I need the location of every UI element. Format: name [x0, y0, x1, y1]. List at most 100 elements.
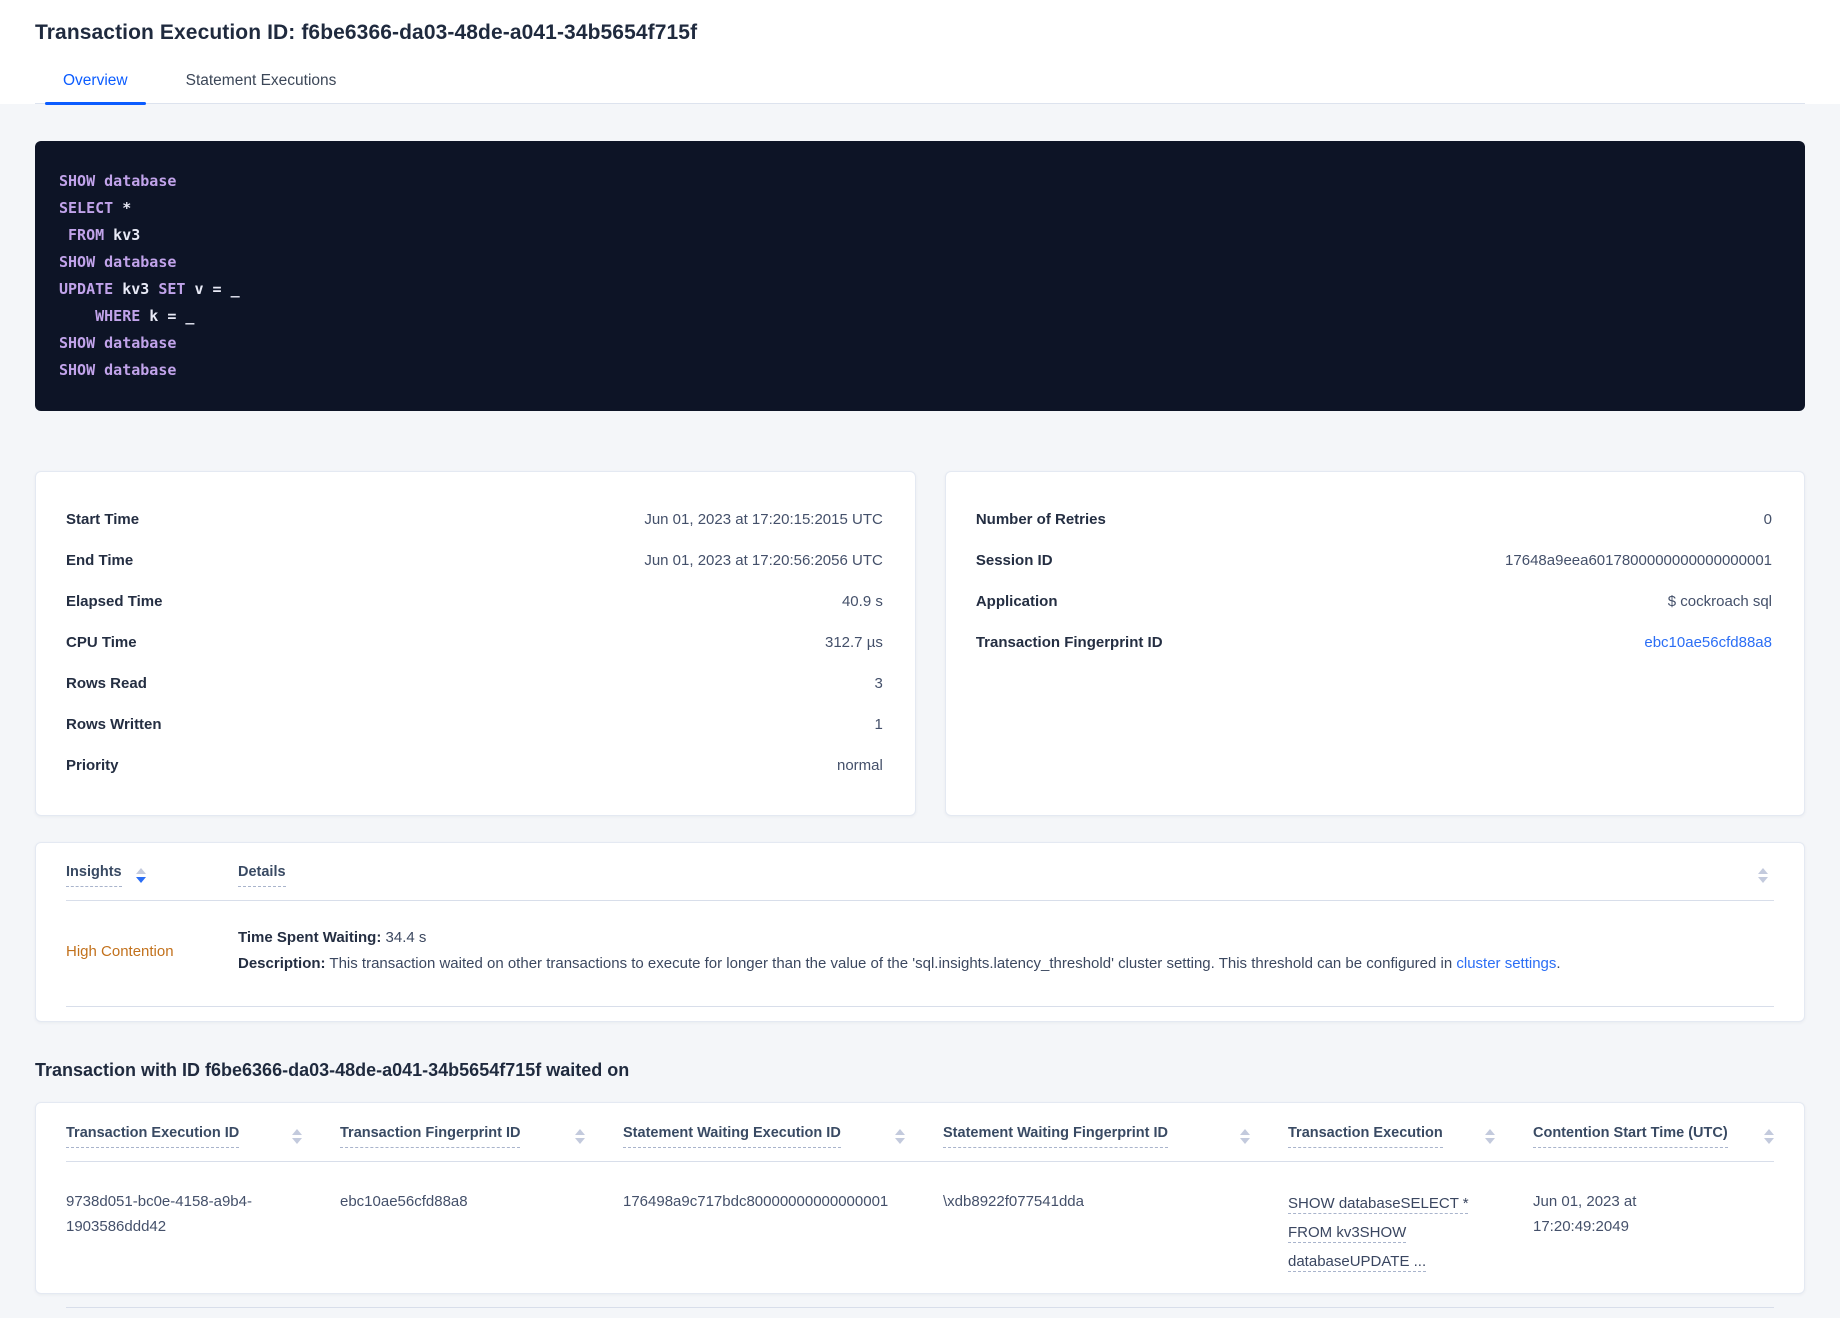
description-text: This transaction waited on other transac…	[325, 955, 1457, 973]
column-label[interactable]: Transaction Execution ID	[66, 1125, 240, 1148]
details-header-cell: Details	[238, 864, 1774, 887]
sort-up-icon	[135, 868, 146, 874]
summary-label: End Time	[66, 552, 134, 569]
details-column-label[interactable]: Details	[238, 864, 286, 887]
insights-column-label[interactable]: Insights	[66, 864, 122, 887]
tab-statement-executions[interactable]: Statement Executions	[168, 72, 355, 103]
page-title: Transaction Execution ID: f6be6366-da03-…	[35, 21, 698, 44]
summary-row: Rows Written 1	[66, 704, 883, 745]
description-label: Description:	[238, 955, 326, 973]
summary-value: 0	[1763, 511, 1772, 528]
sort-up-icon	[1764, 1128, 1774, 1135]
sql-line: SELECT *	[59, 199, 132, 217]
sort-down-icon	[292, 1137, 302, 1144]
column-label[interactable]: Statement Waiting Fingerprint ID	[943, 1125, 1169, 1148]
sort-up-icon	[292, 1128, 302, 1135]
waiting-label: Time Spent Waiting:	[238, 929, 382, 946]
tab-overview[interactable]: Overview	[45, 72, 146, 105]
column-label[interactable]: Transaction Execution	[1288, 1125, 1443, 1148]
insight-description: Description: This transaction waited on …	[238, 951, 1774, 977]
summary-row: Session ID 17648a9eea6017800000000000000…	[976, 540, 1772, 581]
transaction-execution-link[interactable]: SHOW databaseSELECT * FROM kv3SHOW datab…	[1288, 1195, 1469, 1271]
sql-line: SHOW database	[59, 172, 177, 190]
sort-down-icon	[135, 877, 146, 883]
summary-card-right: Number of Retries 0 Session ID 17648a9ee…	[944, 471, 1805, 816]
summary-value: 3	[874, 675, 883, 692]
summary-label: Elapsed Time	[66, 593, 163, 610]
sort-down-icon	[575, 1137, 585, 1144]
sort-down-icon	[895, 1137, 905, 1144]
sql-line: FROM kv3	[68, 226, 141, 244]
summary-label: Priority	[66, 757, 119, 774]
summary-row: Transaction Fingerprint ID ebc10ae56cfd8…	[976, 622, 1772, 663]
sort-icon[interactable]	[1764, 1128, 1774, 1144]
summary-value: Jun 01, 2023 at 17:20:15:2015 UTC	[644, 511, 883, 528]
sql-line: SHOW database	[59, 361, 177, 379]
description-period: .	[1556, 955, 1561, 973]
summary-value: 1	[874, 716, 883, 733]
sql-code: SHOW database SELECT * FROM kv3 SHOW datab…	[35, 141, 1805, 411]
session-id-value: 17648a9eea6017800000000000000001	[1505, 552, 1772, 569]
page-content: SHOW database SELECT * FROM kv3 SHOW datab…	[0, 141, 1840, 1309]
sort-icon[interactable]	[1485, 1128, 1495, 1144]
waiting-value: 34.4 s	[381, 929, 427, 946]
sort-icon[interactable]	[1240, 1128, 1250, 1144]
cell-transaction-execution-id: 9738d051-bc0e-4158-a9b4-1903586ddd42	[66, 1192, 252, 1236]
header-cell-transaction-execution-id: Transaction Execution ID	[66, 1125, 340, 1148]
application-value: $ cockroach sql	[1667, 593, 1772, 610]
column-label[interactable]: Contention Start Time (UTC)	[1533, 1125, 1728, 1148]
summary-label: Session ID	[975, 552, 1053, 569]
table-row: 9738d051-bc0e-4158-a9b4-1903586ddd42 ebc…	[66, 1162, 1774, 1309]
summary-label: Transaction Fingerprint ID	[975, 634, 1163, 651]
insight-badge: High Contention	[66, 942, 174, 960]
summary-cards: Start Time Jun 01, 2023 at 17:20:15:2015…	[35, 471, 1805, 816]
sort-icon[interactable]	[1758, 868, 1768, 883]
summary-row: Number of Retries 0	[976, 499, 1772, 540]
sort-up-icon	[1240, 1128, 1250, 1135]
sql-line: WHERE k = _	[95, 307, 195, 325]
summary-value: 312.7 µs	[824, 634, 883, 651]
waited-on-heading: Transaction with ID f6be6366-da03-48de-a…	[35, 1059, 630, 1080]
insights-row: High Contention Time Spent Waiting: 34.4…	[66, 901, 1774, 1007]
summary-label: Rows Read	[66, 675, 147, 692]
cluster-settings-link[interactable]: cluster settings	[1456, 955, 1556, 972]
sort-icon[interactable]	[575, 1128, 585, 1144]
column-label[interactable]: Statement Waiting Execution ID	[623, 1125, 841, 1148]
sort-up-icon	[575, 1128, 585, 1135]
sql-line: SHOW database	[59, 253, 177, 271]
waited-on-table: Transaction Execution ID Transaction Fin…	[35, 1101, 1805, 1309]
summary-value: 40.9 s	[841, 593, 883, 610]
header-cell-statement-waiting-fingerprint-id: Statement Waiting Fingerprint ID	[943, 1125, 1288, 1148]
summary-row: Rows Read 3	[66, 663, 883, 704]
summary-row: Priority normal	[66, 745, 883, 786]
summary-card-left: Start Time Jun 01, 2023 at 17:20:15:2015…	[35, 471, 916, 816]
sort-down-icon	[1240, 1137, 1250, 1144]
column-label[interactable]: Transaction Fingerprint ID	[340, 1125, 521, 1148]
cell-statement-waiting-fingerprint-id: \xdb8922f077541dda	[943, 1192, 1084, 1210]
sort-icon[interactable]	[292, 1128, 302, 1144]
page-header: Transaction Execution ID: f6be6366-da03-…	[0, 0, 1840, 105]
sql-line: UPDATE kv3 SET v = _	[59, 280, 240, 298]
sort-up-icon	[1758, 868, 1768, 874]
sort-down-icon	[1764, 1137, 1774, 1144]
header-cell-transaction-fingerprint-id: Transaction Fingerprint ID	[340, 1125, 623, 1148]
tab-bar: Overview Statement Executions	[35, 72, 1805, 105]
summary-row: End Time Jun 01, 2023 at 17:20:56:2056 U…	[66, 540, 883, 581]
summary-row: CPU Time 312.7 µs	[66, 622, 883, 663]
cell-transaction-fingerprint-id: ebc10ae56cfd88a8	[340, 1192, 468, 1210]
sql-line: SHOW database	[59, 334, 177, 352]
summary-label: CPU Time	[66, 634, 137, 651]
header-cell-contention-start-time: Contention Start Time (UTC)	[1533, 1125, 1774, 1148]
summary-row: Application $ cockroach sql	[976, 581, 1772, 622]
cell-contention-start-time: Jun 01, 2023 at 17:20:49:2049	[1533, 1192, 1637, 1236]
insight-details: Time Spent Waiting: 34.4 s Description: …	[238, 925, 1774, 978]
summary-row: Elapsed Time 40.9 s	[66, 581, 883, 622]
sort-icon[interactable]	[135, 868, 146, 883]
header-cell-statement-waiting-execution-id: Statement Waiting Execution ID	[623, 1125, 943, 1148]
waited-on-header-row: Transaction Execution ID Transaction Fin…	[66, 1125, 1774, 1162]
insights-header-row: Insights Details	[66, 864, 1774, 901]
sort-up-icon	[1485, 1128, 1495, 1135]
transaction-fingerprint-link[interactable]: ebc10ae56cfd88a8	[1644, 634, 1772, 651]
header-cell-transaction-execution: Transaction Execution	[1288, 1125, 1533, 1148]
sort-icon[interactable]	[895, 1128, 905, 1144]
